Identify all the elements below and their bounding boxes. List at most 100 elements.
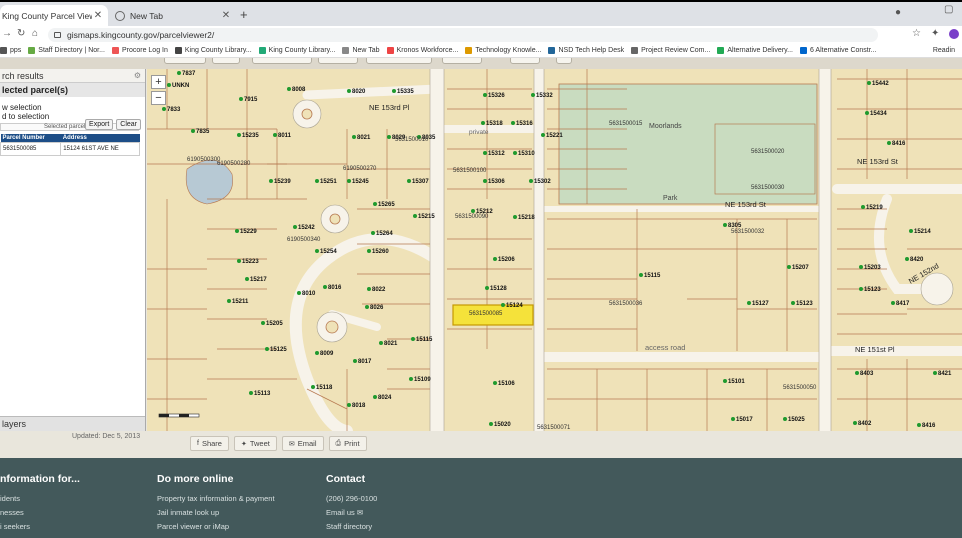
toolbar-button[interactable]: [510, 58, 540, 64]
parcel-number-label[interactable]: 8018: [347, 403, 365, 409]
footer-link[interactable]: Staff directory: [326, 520, 377, 534]
footer-link[interactable]: Email us ✉: [326, 506, 377, 520]
toolbar-button[interactable]: [318, 58, 358, 64]
parcel-number-label[interactable]: 8421: [933, 371, 951, 377]
maximize-icon[interactable]: ▢: [944, 4, 953, 15]
footer-link[interactable]: Parcel viewer or iMap: [157, 520, 275, 534]
footer-link[interactable]: Jail inmate look up: [157, 506, 275, 520]
parcel-number-label[interactable]: 15221: [541, 133, 563, 139]
parcel-number-label[interactable]: 15265: [373, 202, 395, 208]
parcel-number-label[interactable]: 8008: [287, 87, 305, 93]
parcel-number-label[interactable]: 15128: [485, 286, 507, 292]
parcel-number-label[interactable]: 8420: [905, 257, 923, 263]
footer-link[interactable]: Property tax information & payment: [157, 492, 275, 506]
parcel-number-label[interactable]: 15335: [392, 89, 414, 95]
new-selection-option[interactable]: w selection: [0, 103, 145, 112]
parcel-number-label[interactable]: 8402: [853, 421, 871, 427]
new-tab-button[interactable]: +: [240, 7, 248, 22]
footer-link[interactable]: idents: [0, 492, 80, 506]
parcel-number-label[interactable]: 8016: [323, 285, 341, 291]
bookmark-item[interactable]: 6 Alternative Constr...: [799, 47, 877, 54]
parcel-number-label[interactable]: 15215: [413, 214, 435, 220]
parcel-number-label[interactable]: 8020: [347, 89, 365, 95]
parcel-number-label[interactable]: 15124: [501, 303, 523, 309]
parcel-number-label[interactable]: 8024: [373, 395, 391, 401]
parcel-number-label[interactable]: UNKN: [167, 83, 189, 89]
export-button[interactable]: Export: [85, 119, 114, 130]
parcel-number-label[interactable]: 15106: [493, 381, 515, 387]
column-header-parcel[interactable]: Parcel Number: [0, 134, 61, 143]
bookmark-item[interactable]: King County Library...: [258, 47, 335, 54]
parcel-number-label[interactable]: 8021: [379, 341, 397, 347]
search-results-header[interactable]: rch results ⚙: [0, 69, 145, 83]
parcel-number-label[interactable]: 15307: [407, 179, 429, 185]
parcel-number-cell[interactable]: 5631500085: [0, 142, 62, 156]
parcel-number-label[interactable]: 7833: [162, 107, 180, 113]
toolbar-button[interactable]: [252, 58, 312, 64]
parcel-number-label[interactable]: 15101: [723, 379, 745, 385]
parcel-number-label[interactable]: 15310: [513, 151, 535, 157]
parcel-number-label[interactable]: 15312: [483, 151, 505, 157]
table-row[interactable]: 5631500085 15124 61ST AVE NE: [0, 142, 140, 156]
parcel-number-label[interactable]: 8416: [917, 423, 935, 429]
parcel-number-label[interactable]: 15239: [269, 179, 291, 185]
parcel-number-label[interactable]: 15229: [235, 229, 257, 235]
bookmark-item[interactable]: King County Library...: [174, 47, 252, 54]
tab-parcel-viewer[interactable]: King County Parcel Viewer ✕: [0, 5, 108, 26]
parcel-number-label[interactable]: 15118: [311, 385, 332, 391]
parcel-number-label[interactable]: 15332: [531, 93, 553, 99]
parcel-number-label[interactable]: 15125: [265, 347, 287, 353]
parcel-number-label[interactable]: 7837: [177, 71, 195, 77]
parcel-number-label[interactable]: 7835: [191, 129, 209, 135]
bookmark-item[interactable]: New Tab: [342, 47, 380, 54]
parcel-number-label[interactable]: 15214: [909, 229, 931, 235]
parcel-number-label[interactable]: 15123: [859, 287, 881, 293]
parcel-number-label[interactable]: 15127: [747, 301, 769, 307]
parcel-number-label[interactable]: 8010: [297, 291, 315, 297]
url-field[interactable]: gismaps.kingcounty.gov/parcelviewer2/: [48, 28, 878, 42]
close-icon[interactable]: ✕: [92, 10, 104, 21]
bookmark-item[interactable]: pps: [0, 47, 21, 54]
parcel-number-label[interactable]: 15326: [483, 93, 505, 99]
parcel-number-label[interactable]: 15115: [411, 337, 432, 343]
print-button[interactable]: ⎙ Print: [328, 436, 367, 451]
toolbar-button[interactable]: [556, 58, 572, 64]
clear-button[interactable]: Clear: [116, 119, 141, 130]
footer-link[interactable]: i seekers: [0, 520, 80, 534]
parcel-number-label[interactable]: 15207: [787, 265, 809, 271]
parcel-number-label[interactable]: 15242: [293, 225, 315, 231]
tab-new-tab[interactable]: New Tab ✕: [112, 5, 236, 26]
bookmark-item[interactable]: Alternative Delivery...: [717, 47, 793, 54]
parcel-number-label[interactable]: 8022: [367, 287, 385, 293]
parcel-number-label[interactable]: 7915: [239, 97, 257, 103]
footer-link[interactable]: (206) 296-0100: [326, 492, 377, 506]
parcel-number-label[interactable]: 15223: [237, 259, 259, 265]
zoom-out-button[interactable]: −: [151, 91, 166, 105]
bookmark-item[interactable]: Kronos Workforce...: [386, 47, 458, 54]
parcel-map[interactable]: + − NE 153rd Pl NE 153rd St NE 152nd NE …: [147, 69, 962, 431]
parcel-number-label[interactable]: 15306: [483, 179, 505, 185]
parcel-number-label[interactable]: 15025: [783, 417, 805, 423]
parcel-number-label[interactable]: 15211: [227, 299, 248, 305]
parcel-number-label[interactable]: 15205: [261, 321, 283, 327]
bookmark-item[interactable]: Procore Log In: [111, 47, 168, 54]
selected-parcels-header[interactable]: lected parcel(s): [0, 83, 145, 97]
parcel-number-label[interactable]: 8417: [891, 301, 909, 307]
parcel-number-label[interactable]: 15020: [489, 422, 511, 428]
parcel-number-label[interactable]: 15235: [237, 133, 259, 139]
reload-icon[interactable]: ↻: [17, 28, 25, 39]
close-icon[interactable]: ✕: [220, 10, 232, 21]
parcel-number-label[interactable]: 15254: [315, 249, 337, 255]
parcel-number-label[interactable]: 15217: [245, 277, 267, 283]
parcel-number-label[interactable]: 15264: [371, 231, 393, 237]
gear-icon[interactable]: ⚙: [134, 69, 141, 83]
extensions-icon[interactable]: ✦: [931, 28, 939, 39]
profile-avatar[interactable]: [949, 29, 959, 39]
bookmark-item[interactable]: Project Review Com...: [631, 47, 710, 54]
reading-list[interactable]: Readin: [933, 47, 955, 54]
record-icon[interactable]: ●: [895, 7, 901, 18]
parcel-number-label[interactable]: 8403: [855, 371, 873, 377]
bookmark-item[interactable]: Staff Directory | Nor...: [28, 47, 105, 54]
bookmark-item[interactable]: NSD Tech Help Desk: [548, 47, 624, 54]
parcel-number-label[interactable]: 15318: [481, 121, 503, 127]
